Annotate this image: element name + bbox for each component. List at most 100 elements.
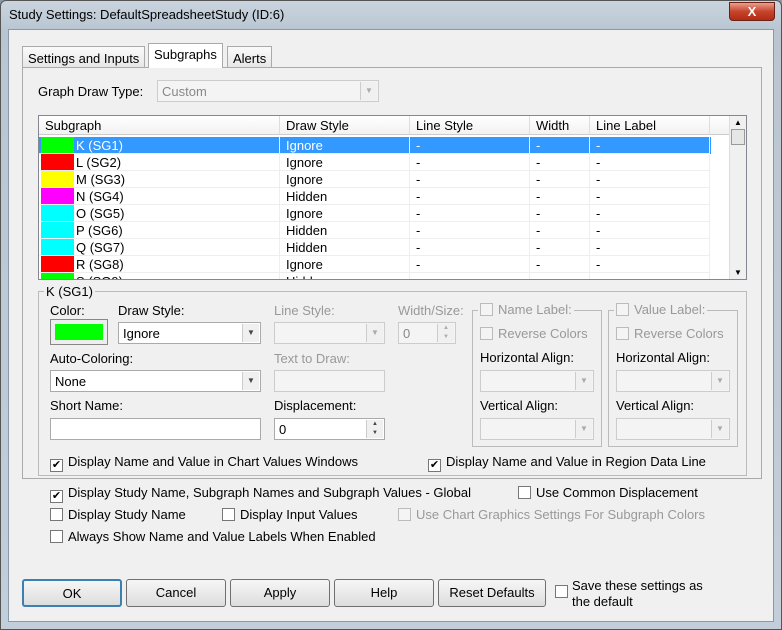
auto-coloring-label: Auto-Coloring:: [50, 351, 134, 366]
close-button[interactable]: X: [729, 2, 775, 21]
scroll-down-icon[interactable]: ▼: [730, 268, 746, 277]
cell-draw: Ignore: [280, 137, 410, 154]
chevron-down-icon: ▼: [242, 372, 259, 390]
value-label-checkbox[interactable]: Value Label:: [614, 302, 708, 317]
displacement-spinner[interactable]: 0 ▲ ▼: [274, 418, 385, 440]
column-header-width[interactable]: Width: [530, 116, 590, 135]
subgraph-list[interactable]: Subgraph Draw Style Line Style Width Lin…: [38, 115, 747, 280]
column-header-draw-style[interactable]: Draw Style: [280, 116, 410, 135]
use-common-displacement-checkbox[interactable]: Use Common Displacement: [518, 485, 698, 500]
cell-width: -: [530, 239, 590, 256]
cell-line: -: [410, 137, 530, 154]
cell-draw: Hidden: [280, 273, 410, 279]
cell-width: -: [530, 205, 590, 222]
table-row[interactable]: Q (SG7) Hidden - - -: [39, 239, 711, 256]
save-default-checkbox[interactable]: Save these settings as the default: [555, 578, 705, 610]
color-swatch: [41, 256, 74, 272]
cell-name: M (SG3): [39, 171, 280, 188]
cell-width: -: [530, 273, 590, 279]
graph-draw-type-value: Custom: [162, 84, 207, 99]
display-chart-values-checkbox[interactable]: ✔ Display Name and Value in Chart Values …: [50, 454, 358, 472]
cell-label: -: [590, 205, 710, 222]
help-button[interactable]: Help: [334, 579, 434, 607]
scroll-thumb[interactable]: [731, 129, 745, 145]
tab-alerts[interactable]: Alerts: [227, 46, 273, 68]
cancel-button[interactable]: Cancel: [126, 579, 226, 607]
checkbox-box: [50, 530, 63, 543]
chevron-down-icon: ▼: [575, 372, 592, 390]
value-reverse-colors-checkbox[interactable]: Reverse Colors: [616, 326, 724, 341]
cell-name: K (SG1): [39, 137, 280, 154]
color-swatch: [55, 324, 103, 340]
table-row[interactable]: K (SG1) Ignore - - -: [39, 137, 711, 154]
chevron-down-icon: ▼: [366, 324, 383, 342]
name-vertical-align-select[interactable]: ▼: [480, 418, 594, 440]
cell-name: L (SG2): [39, 154, 280, 171]
value-label-text: Value Label:: [634, 302, 706, 317]
tab-subgraphs[interactable]: Subgraphs: [148, 43, 223, 68]
name-reverse-colors-checkbox[interactable]: Reverse Colors: [480, 326, 588, 341]
short-name-input[interactable]: [50, 418, 261, 440]
value-horizontal-align-label: Horizontal Align:: [616, 350, 710, 365]
value-vertical-align-label: Vertical Align:: [616, 398, 695, 413]
always-show-labels-checkbox[interactable]: Always Show Name and Value Labels When E…: [50, 529, 376, 544]
cell-line: -: [410, 256, 530, 273]
reverse-colors-text: Reverse Colors: [634, 326, 724, 341]
line-style-select[interactable]: ▼: [274, 322, 385, 344]
name-vertical-align-label: Vertical Align:: [480, 398, 559, 413]
column-header-filler: [710, 116, 730, 135]
display-chart-values-text: Display Name and Value in Chart Values W…: [68, 454, 358, 469]
chevron-down-icon: ▼: [575, 420, 592, 438]
window-title: Study Settings: DefaultSpreadsheetStudy …: [9, 7, 285, 22]
cell-line: -: [410, 205, 530, 222]
ok-button[interactable]: OK: [22, 579, 122, 607]
name-horizontal-align-select[interactable]: ▼: [480, 370, 594, 392]
cell-line: -: [410, 188, 530, 205]
color-picker-button[interactable]: [50, 319, 108, 345]
table-row[interactable]: R (SG8) Ignore - - -: [39, 256, 711, 273]
cell-label: -: [590, 188, 710, 205]
cell-label: -: [590, 256, 710, 273]
display-study-name-checkbox[interactable]: Display Study Name: [50, 507, 186, 522]
tab-settings-and-inputs[interactable]: Settings and Inputs: [22, 46, 146, 68]
table-row[interactable]: S (SG9)Hidden---: [39, 273, 711, 279]
table-row[interactable]: O (SG5) Ignore - - -: [39, 205, 711, 222]
value-horizontal-align-select[interactable]: ▼: [616, 370, 730, 392]
color-swatch: [41, 188, 74, 204]
column-header-line-label[interactable]: Line Label: [590, 116, 710, 135]
graph-draw-type-select[interactable]: Custom ▼: [157, 80, 379, 102]
scroll-up-icon[interactable]: ▲: [730, 118, 746, 127]
cell-width: -: [530, 256, 590, 273]
display-study-global-checkbox[interactable]: ✔ Display Study Name, Subgraph Names and …: [50, 485, 471, 503]
checkbox-box: [480, 327, 493, 340]
checkbox-box: [480, 303, 493, 316]
display-region-data-checkbox[interactable]: ✔ Display Name and Value in Region Data L…: [428, 454, 706, 472]
list-scrollbar[interactable]: ▲ ▼: [729, 116, 746, 279]
reset-defaults-button[interactable]: Reset Defaults: [438, 579, 546, 607]
cell-label: -: [590, 171, 710, 188]
detail-group-title: K (SG1): [44, 284, 95, 299]
column-header-subgraph[interactable]: Subgraph: [39, 116, 280, 135]
table-row[interactable]: N (SG4) Hidden - - -: [39, 188, 711, 205]
table-row[interactable]: L (SG2) Ignore - - -: [39, 154, 711, 171]
always-show-labels-text: Always Show Name and Value Labels When E…: [68, 529, 376, 544]
name-label-checkbox[interactable]: Name Label:: [478, 302, 574, 317]
text-to-draw-input[interactable]: [274, 370, 385, 392]
cell-label: -: [590, 154, 710, 171]
column-header-line-style[interactable]: Line Style: [410, 116, 530, 135]
draw-style-value: Ignore: [123, 326, 160, 341]
color-swatch: [41, 154, 74, 170]
value-vertical-align-select[interactable]: ▼: [616, 418, 730, 440]
display-region-data-text: Display Name and Value in Region Data Li…: [446, 454, 706, 469]
width-size-spinner[interactable]: 0 ▲ ▼: [398, 322, 456, 344]
display-input-values-checkbox[interactable]: Display Input Values: [222, 507, 358, 522]
apply-button[interactable]: Apply: [230, 579, 330, 607]
table-row[interactable]: P (SG6) Hidden - - -: [39, 222, 711, 239]
use-chart-graphics-checkbox[interactable]: Use Chart Graphics Settings For Subgraph…: [398, 507, 705, 522]
table-row[interactable]: M (SG3) Ignore - - -: [39, 171, 711, 188]
draw-style-select[interactable]: Ignore ▼: [118, 322, 261, 344]
chevron-down-icon: ▼: [711, 372, 728, 390]
cell-width: -: [530, 222, 590, 239]
auto-coloring-select[interactable]: None ▼: [50, 370, 261, 392]
checkbox-box: [398, 508, 411, 521]
